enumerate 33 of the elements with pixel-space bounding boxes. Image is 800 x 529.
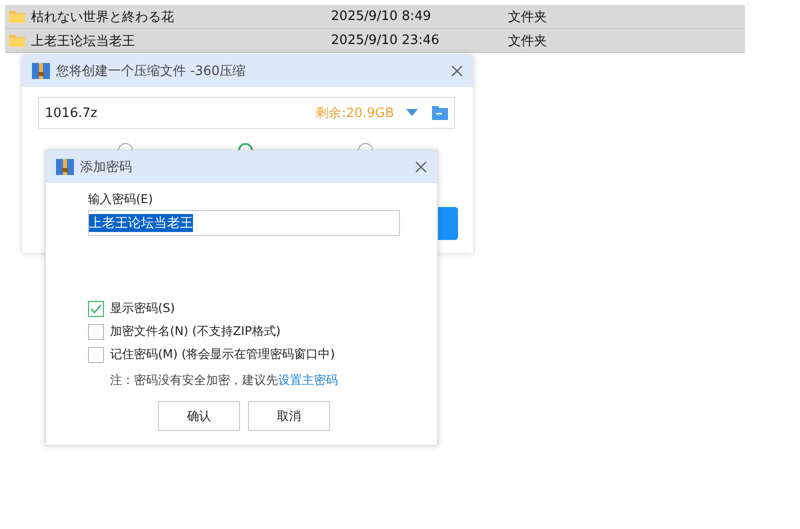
file-name: 上老王论坛当老王	[31, 32, 136, 50]
checkbox-label: 记住密码(M) (将会显示在管理密码窗口中)	[110, 346, 335, 363]
file-name-value: 1016.7z	[45, 106, 98, 120]
window-title: 您将创建一个压缩文件 -360压缩	[56, 63, 247, 80]
cancel-button[interactable]: 取消	[248, 401, 330, 431]
path-field[interactable]: 1016.7z 剩余:20.9GB	[38, 97, 455, 129]
file-row[interactable]: 枯れない世界と終わる花 2025/9/10 8:49 文件夹	[5, 5, 745, 29]
checkbox-label: 加密文件名(N) (不支持ZIP格式)	[110, 323, 281, 340]
file-date: 2025/9/10 8:49	[331, 9, 432, 24]
checkbox-label: 显示密码(S)	[110, 300, 175, 317]
archive-icon	[56, 159, 74, 175]
set-master-password-link[interactable]: 设置主密码	[278, 373, 338, 387]
file-name: 枯れない世界と終わる花	[31, 8, 175, 26]
close-icon[interactable]	[415, 161, 427, 173]
checkbox[interactable]	[88, 300, 104, 316]
password-label: 输入密码(E)	[88, 191, 154, 208]
folder-icon[interactable]	[432, 106, 448, 120]
archive-icon	[32, 63, 50, 79]
file-type: 文件夹	[508, 8, 547, 26]
note-text: 注：密码没有安全加密，建议先	[110, 373, 278, 387]
checkbox[interactable]	[88, 324, 104, 340]
folder-icon	[9, 10, 25, 23]
password-field[interactable]: 上老王论坛当老王	[88, 210, 400, 236]
file-row[interactable]: 上老王论坛当老王 2025/9/10 23:46 文件夹	[5, 29, 745, 53]
dropdown-icon[interactable]	[406, 109, 418, 117]
free-space: 剩余:20.9GB	[316, 105, 394, 122]
close-icon[interactable]	[451, 65, 463, 77]
window-title: 添加密码	[80, 159, 133, 176]
file-type: 文件夹	[508, 32, 547, 50]
file-date: 2025/9/10 23:46	[331, 33, 440, 48]
folder-icon	[9, 34, 25, 47]
checkbox[interactable]	[88, 346, 104, 362]
confirm-button[interactable]: 确认	[158, 401, 240, 431]
